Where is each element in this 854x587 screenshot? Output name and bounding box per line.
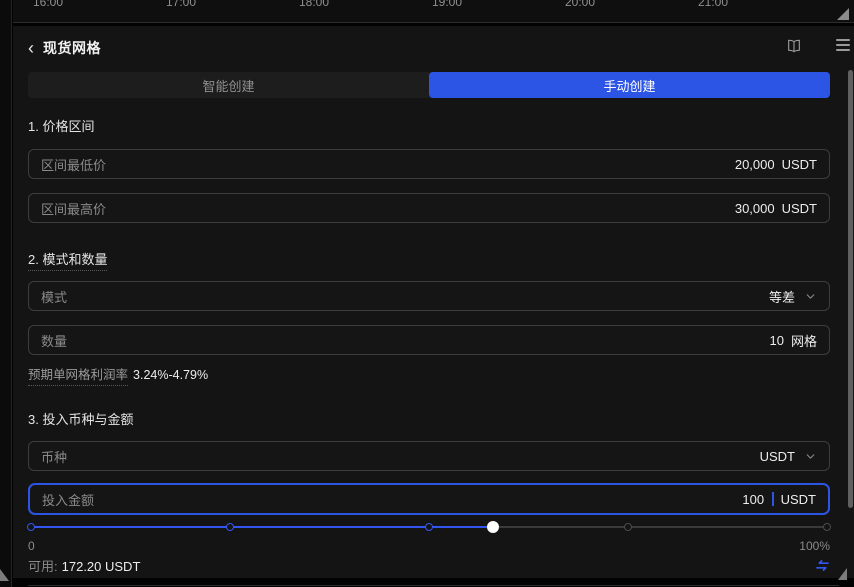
min-price-label: 区间最低价 xyxy=(41,155,106,174)
investment-amount-unit: USDT xyxy=(781,492,816,507)
available-value: 172.20 USDT xyxy=(62,559,141,574)
quantity-label: 数量 xyxy=(41,331,67,350)
transfer-swap-icon[interactable] xyxy=(815,559,830,572)
available-label: 可用: xyxy=(28,559,58,574)
time-tick-label: 18:00 xyxy=(299,0,329,9)
min-price-unit: USDT xyxy=(782,157,817,172)
page-title: 现货网格 xyxy=(43,38,101,58)
grid-profit-note: 预期单网格利润率 3.24%-4.79% xyxy=(28,364,830,383)
slider-labels: 0 100% xyxy=(28,539,830,553)
investment-percent-slider[interactable] xyxy=(28,520,830,534)
chevron-down-icon xyxy=(804,450,817,463)
text-cursor xyxy=(772,492,774,506)
quantity-field[interactable]: 数量 10 网格 xyxy=(28,325,830,355)
investment-amount-value: 100 xyxy=(742,492,764,507)
currency-label: 币种 xyxy=(41,447,67,466)
app-window: 16:00 17:00 18:00 19:00 20:00 21:00 ‹ 现货网格 智能… xyxy=(0,0,854,587)
spot-grid-panel: ‹ 现货网格 智能创建 手动创建 1. 价格区间 区间最低价 2 xyxy=(13,26,854,578)
tab-smart-create[interactable]: 智能创建 xyxy=(28,72,429,98)
resize-handle-bottom-left-icon[interactable] xyxy=(0,569,9,581)
quantity-unit: 网格 xyxy=(791,331,817,350)
slider-tick[interactable] xyxy=(226,523,234,531)
investment-amount-label: 投入金额 xyxy=(42,490,94,509)
section-title-investment: 3. 投入币种与金额 xyxy=(28,409,830,428)
time-tick-label: 19:00 xyxy=(432,0,462,9)
resize-handle-bottom-right-icon[interactable] xyxy=(838,568,847,580)
min-price-value: 20,000 xyxy=(735,157,775,172)
max-price-label: 区间最高价 xyxy=(41,199,106,218)
panel-header: ‹ 现货网格 xyxy=(28,26,830,62)
tab-manual-create[interactable]: 手动创建 xyxy=(429,72,830,98)
chart-time-axis: 16:00 17:00 18:00 19:00 20:00 21:00 xyxy=(13,0,854,23)
menu-icon[interactable] xyxy=(836,39,850,54)
grid-profit-label: 预期单网格利润率 xyxy=(28,368,128,386)
time-tick-label: 16:00 xyxy=(33,0,63,9)
investment-amount-input[interactable]: 投入金额 100 USDT xyxy=(28,483,830,515)
time-tick-label: 20:00 xyxy=(565,0,595,9)
main-column: 16:00 17:00 18:00 19:00 20:00 21:00 ‹ 现货网格 智能… xyxy=(13,0,854,587)
guide-book-icon[interactable] xyxy=(786,38,802,59)
mode-label: 模式 xyxy=(41,287,67,306)
slider-track[interactable] xyxy=(31,526,827,528)
mode-value: 等差 xyxy=(769,287,795,306)
slider-tick[interactable] xyxy=(624,523,632,531)
time-tick-label: 17:00 xyxy=(166,0,196,9)
available-balance-row: 可用: 172.20 USDT xyxy=(28,556,830,575)
section-title-price-range: 1. 价格区间 xyxy=(28,116,830,135)
slider-thumb[interactable] xyxy=(487,521,499,533)
panel-bottom-divider xyxy=(28,585,839,586)
section-title-mode-quantity: 2. 模式和数量 xyxy=(28,249,830,268)
left-edge-strip xyxy=(0,0,12,587)
slider-tick[interactable] xyxy=(27,523,35,531)
resize-handle-top-right-icon[interactable] xyxy=(837,8,849,20)
max-price-unit: USDT xyxy=(782,201,817,216)
currency-select[interactable]: 币种 USDT xyxy=(28,441,830,471)
slider-max-label: 100% xyxy=(799,539,830,553)
slider-min-label: 0 xyxy=(28,539,35,553)
vertical-scrollbar[interactable] xyxy=(848,70,853,508)
min-price-field[interactable]: 区间最低价 20,000 USDT xyxy=(28,149,830,179)
grid-profit-value: 3.24%-4.79% xyxy=(133,368,208,382)
create-mode-tabs: 智能创建 手动创建 xyxy=(28,72,830,98)
back-chevron-icon: ‹ xyxy=(28,41,34,55)
chevron-down-icon xyxy=(804,290,817,303)
mode-select[interactable]: 模式 等差 xyxy=(28,281,830,311)
max-price-value: 30,000 xyxy=(735,201,775,216)
time-tick-label: 21:00 xyxy=(698,0,728,9)
max-price-field[interactable]: 区间最高价 30,000 USDT xyxy=(28,193,830,223)
slider-tick[interactable] xyxy=(823,523,831,531)
slider-ticks xyxy=(31,526,827,528)
back-button[interactable]: ‹ 现货网格 xyxy=(28,38,101,58)
slider-tick[interactable] xyxy=(425,523,433,531)
currency-value: USDT xyxy=(760,449,795,464)
quantity-value: 10 xyxy=(770,333,784,348)
